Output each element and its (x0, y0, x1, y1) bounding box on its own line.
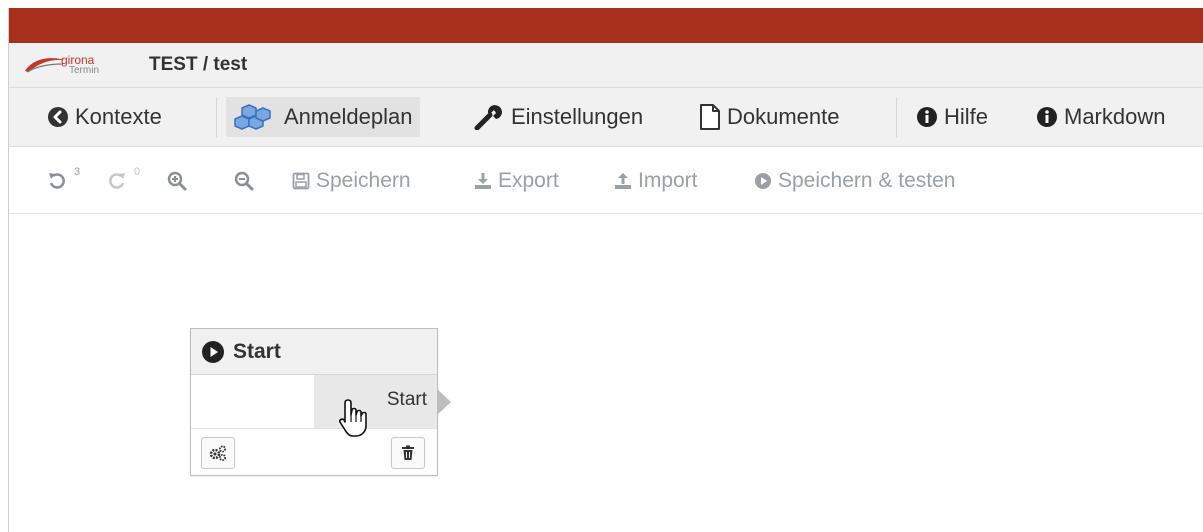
zoom-in-button[interactable] (167, 169, 193, 193)
brand-bar (9, 8, 1203, 43)
nav-einstellungen-label: Einstellungen (511, 104, 644, 129)
nav-divider (896, 97, 897, 137)
nav-kontexte-label: Kontexte (75, 104, 162, 129)
wrench-icon (474, 105, 502, 130)
undo-count: 3 (74, 166, 81, 178)
document-icon (700, 104, 720, 130)
play-circle-icon (755, 173, 771, 189)
node-delete-button[interactable] (391, 437, 425, 469)
import-button[interactable]: Import (614, 169, 698, 193)
main-nav: Kontexte Anmeldeplan Einstellungen Dokum… (9, 88, 1203, 147)
app-window: girona Termin TEST / test Kontexte Anmel… (8, 8, 1203, 532)
undo-button[interactable]: 3 (47, 166, 81, 193)
redo-count: 0 (134, 166, 141, 178)
import-label: Import (638, 169, 698, 192)
flow-canvas[interactable] (9, 214, 1203, 532)
nav-hilfe[interactable]: Hilfe (916, 97, 988, 137)
nav-dokumente[interactable]: Dokumente (699, 97, 840, 137)
redo-icon (109, 173, 125, 189)
save-and-test-button[interactable]: Speichern & testen (754, 169, 955, 193)
export-button[interactable]: Export (474, 169, 559, 193)
trash-icon (402, 445, 414, 460)
zoom-out-icon (234, 171, 254, 191)
node-settings-button[interactable] (201, 437, 235, 469)
output-port-arrow[interactable] (437, 389, 451, 415)
nav-einstellungen[interactable]: Einstellungen (473, 97, 643, 137)
arrow-circle-left-icon (48, 107, 68, 127)
editor-toolbar: 3 0 Speichern Export Import Speichern & … (9, 147, 1203, 214)
page-title: TEST / test (149, 54, 248, 75)
start-node-footer (191, 429, 437, 475)
logo-text-termin: Termin (69, 65, 100, 76)
save-and-test-label: Speichern & testen (778, 169, 956, 192)
start-node-body: Start (191, 375, 451, 429)
output-port-label: Start (386, 389, 427, 410)
girona-logo: girona Termin (21, 50, 131, 80)
nav-hilfe-label: Hilfe (944, 104, 989, 129)
nav-markdown-label: Markdown (1064, 104, 1166, 129)
nav-anmeldeplan[interactable]: Anmeldeplan (226, 97, 421, 137)
title-bar: girona Termin TEST / test (9, 43, 1203, 88)
save-label: Speichern (316, 169, 411, 192)
zoom-in-icon (167, 171, 187, 191)
nav-kontexte[interactable]: Kontexte (47, 97, 162, 137)
start-node-title: Start (233, 339, 281, 363)
info-circle-icon (917, 107, 937, 127)
floppy-disk-icon (292, 172, 310, 190)
nav-divider (216, 97, 217, 137)
nav-anmeldeplan-label: Anmeldeplan (284, 104, 413, 129)
redo-button[interactable]: 0 (107, 166, 141, 193)
save-button[interactable]: Speichern (292, 169, 411, 193)
play-circle-icon (202, 340, 224, 363)
hand-pointer-cursor-icon (339, 399, 367, 437)
output-port[interactable]: Start (314, 375, 437, 428)
info-circle-icon (1037, 107, 1057, 127)
undo-icon (49, 173, 65, 189)
export-label: Export (498, 169, 559, 192)
cubes-icon (234, 104, 271, 130)
start-node-header[interactable]: Start (191, 329, 437, 375)
nav-dokumente-label: Dokumente (727, 104, 840, 129)
nav-markdown[interactable]: Markdown (1036, 97, 1165, 137)
start-node[interactable]: Start Start (190, 328, 451, 476)
zoom-out-button[interactable] (234, 169, 260, 193)
upload-icon (615, 173, 631, 189)
gears-icon (209, 445, 226, 461)
download-icon (475, 173, 491, 189)
